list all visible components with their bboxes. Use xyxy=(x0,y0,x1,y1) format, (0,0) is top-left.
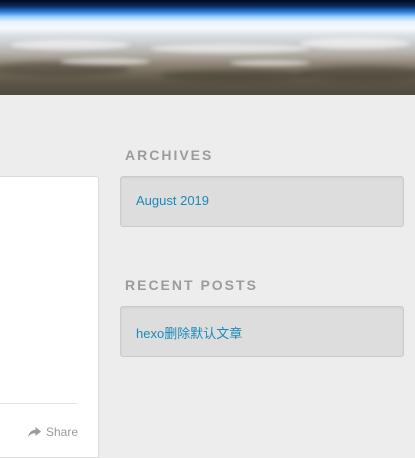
share-arrow-icon xyxy=(28,426,41,438)
recent-posts-widget: hexo删除默认文章 xyxy=(120,306,404,357)
share-label: Share xyxy=(46,425,79,439)
header-banner-image xyxy=(0,0,415,95)
post-footer-divider xyxy=(0,403,77,404)
recent-posts-widget-title: RECENT POSTS xyxy=(125,277,258,293)
post-card xyxy=(0,176,99,458)
archives-widget: August 2019 xyxy=(120,176,404,227)
recent-post-link[interactable]: hexo删除默认文章 xyxy=(136,323,242,342)
archive-link-august-2019[interactable]: August 2019 xyxy=(136,193,209,208)
share-button[interactable]: Share xyxy=(28,425,78,439)
archives-widget-title: ARCHIVES xyxy=(125,147,214,163)
